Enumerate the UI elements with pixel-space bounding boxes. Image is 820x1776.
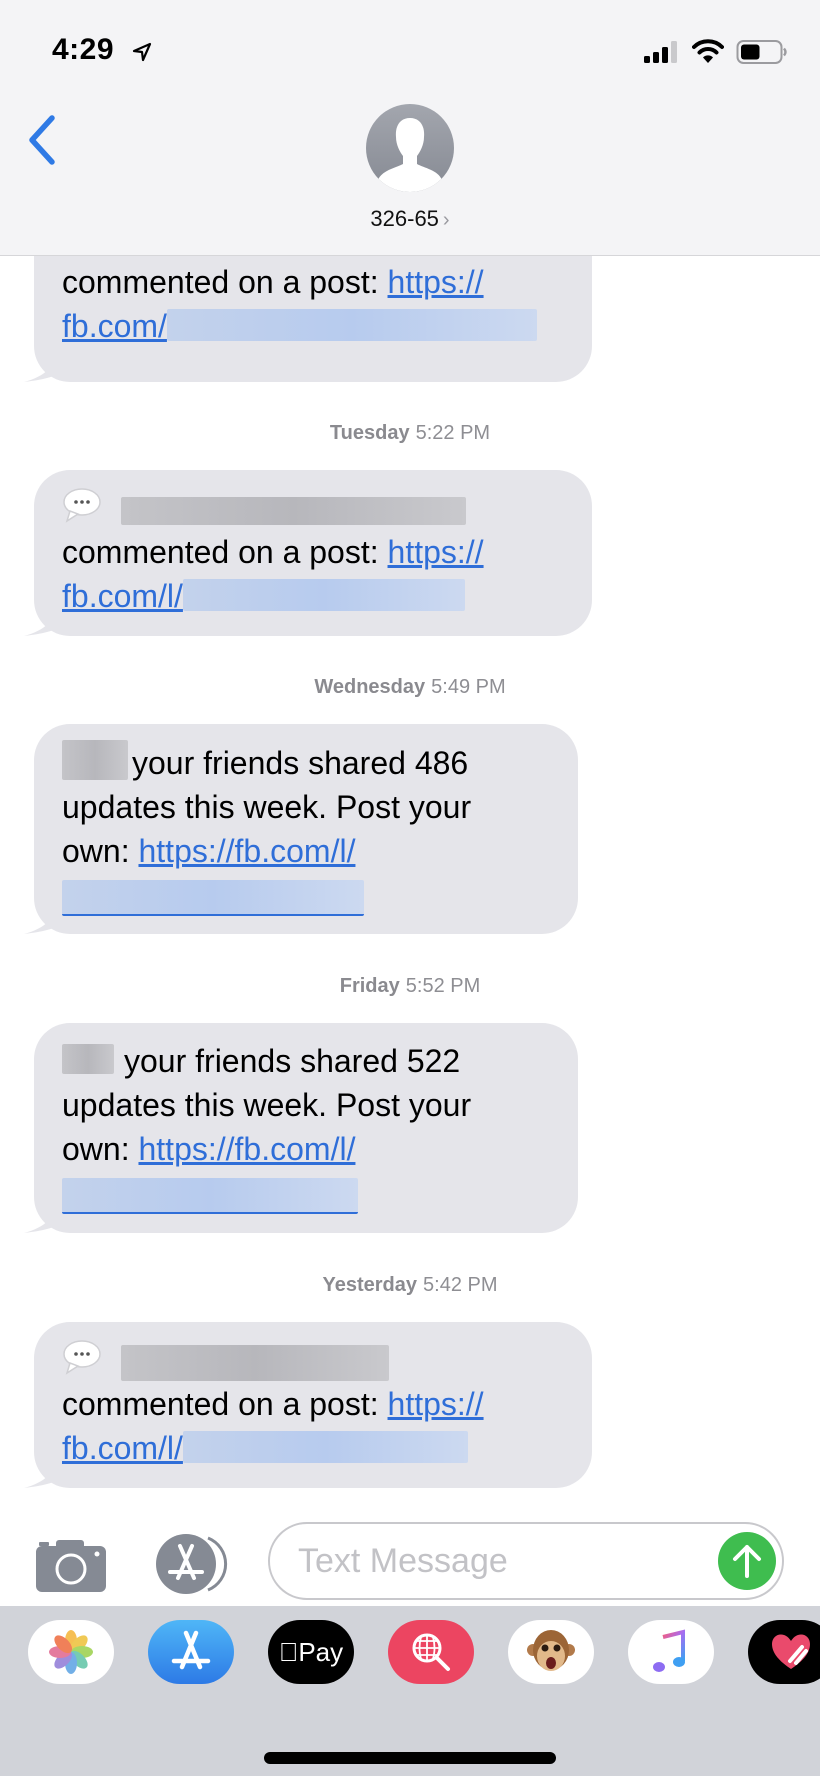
app-photos[interactable] bbox=[28, 1620, 114, 1684]
message-link[interactable]: https:// bbox=[388, 1386, 484, 1422]
app-drawer: Pay bbox=[0, 1606, 820, 1776]
location-arrow-icon bbox=[132, 42, 152, 62]
camera-icon[interactable] bbox=[36, 1538, 108, 1594]
message-link[interactable]: fb.com/ bbox=[62, 308, 167, 344]
message-text: commented on a post: https:// bbox=[62, 534, 484, 570]
contact-name[interactable]: 326-65 › bbox=[0, 206, 820, 232]
app-image-search[interactable] bbox=[388, 1620, 474, 1684]
redacted-link bbox=[166, 309, 537, 341]
message-text: own: https://fb.com/l/ bbox=[62, 1131, 356, 1167]
monkey-animoji-icon bbox=[527, 1630, 575, 1671]
app-app-store[interactable] bbox=[148, 1620, 234, 1684]
sender-line bbox=[62, 1338, 570, 1382]
message-bubble[interactable]: commented on a post: https:// fb.com/l/ bbox=[24, 1322, 592, 1488]
message-text: commented on a post: https:// bbox=[62, 264, 484, 300]
photos-icon bbox=[49, 1630, 93, 1674]
send-button[interactable] bbox=[718, 1532, 776, 1590]
home-indicator[interactable] bbox=[264, 1752, 556, 1764]
message-link-line: fb.com/l/ bbox=[62, 574, 570, 618]
message-link[interactable]: https://fb.com/l/ bbox=[138, 1131, 355, 1167]
speech-bubble-emoji-icon bbox=[62, 487, 102, 523]
message-link-line bbox=[62, 873, 556, 917]
message-link[interactable]: https:// bbox=[388, 264, 484, 300]
composer: Text Message bbox=[0, 1508, 820, 1608]
message-link[interactable]: https://fb.com/l/ bbox=[138, 833, 355, 869]
redacted-link bbox=[182, 579, 465, 611]
redacted-link bbox=[182, 1431, 468, 1463]
chevron-right-icon: › bbox=[442, 209, 450, 231]
app-apple-pay[interactable]: Pay bbox=[268, 1620, 354, 1684]
message-link[interactable]: fb.com/l/ bbox=[62, 578, 183, 614]
conversation-header: 4:29 326-65 › bbox=[0, 0, 820, 256]
message-link-line: fb.com/l/ bbox=[62, 1426, 570, 1470]
message-text: own: https://fb.com/l/ bbox=[62, 833, 356, 869]
bubble-tail bbox=[24, 904, 58, 934]
music-note-icon bbox=[653, 1629, 685, 1672]
bubble-tail bbox=[24, 352, 58, 382]
apple-pay-icon: Pay bbox=[279, 1636, 343, 1667]
app-store-icon[interactable] bbox=[152, 1532, 232, 1596]
bubble-tail bbox=[24, 1458, 58, 1488]
status-time: 4:29 bbox=[52, 33, 115, 66]
message-link[interactable]: fb.com/l/ bbox=[62, 1430, 183, 1466]
message-text: updates this week. Post your bbox=[62, 789, 472, 825]
heart-touch-icon bbox=[772, 1634, 810, 1669]
message-link[interactable]: https:// bbox=[388, 534, 484, 570]
back-chevron-icon[interactable] bbox=[22, 112, 62, 168]
redacted-name bbox=[120, 496, 466, 525]
person-silhouette-icon bbox=[378, 118, 442, 192]
battery-icon bbox=[736, 40, 787, 64]
app-digital-touch[interactable] bbox=[748, 1620, 820, 1684]
redacted-link bbox=[62, 1177, 358, 1214]
app-animoji[interactable] bbox=[508, 1620, 594, 1684]
timestamp: Friday 5:52 PM bbox=[339, 975, 481, 997]
arrow-up-icon bbox=[733, 1545, 761, 1578]
message-text: your friends shared 486 bbox=[62, 740, 556, 785]
message-bubble[interactable]: your friends shared 486 updates this wee… bbox=[24, 724, 578, 934]
bubble-tail bbox=[24, 606, 58, 636]
sender-line bbox=[62, 486, 570, 530]
bubble-tail bbox=[24, 1203, 58, 1233]
app-store-icon bbox=[171, 1630, 211, 1670]
message-text: updates this week. Post your bbox=[62, 1087, 472, 1123]
redacted-link bbox=[62, 879, 364, 916]
redacted-name bbox=[62, 1044, 114, 1074]
message-text: commented on a post: https:// bbox=[62, 1386, 484, 1422]
message-link-line: fb.com/ bbox=[62, 304, 570, 348]
cellular-signal-icon bbox=[644, 41, 677, 63]
message-bubble[interactable]: commented on a post: https:// fb.com/l/ bbox=[24, 470, 592, 636]
redacted-name bbox=[120, 1344, 389, 1381]
redacted-name bbox=[62, 740, 128, 780]
message-bubble[interactable]: your friends shared 522 updates this wee… bbox=[24, 1023, 578, 1233]
timestamp: Wednesday 5:49 PM bbox=[314, 676, 506, 698]
wifi-icon bbox=[692, 39, 724, 63]
globe-search-icon bbox=[412, 1633, 450, 1671]
timestamp: Tuesday 5:22 PM bbox=[329, 422, 491, 444]
message-link-line bbox=[62, 1171, 556, 1215]
timestamp: Yesterday 5:42 PM bbox=[322, 1274, 498, 1296]
speech-bubble-emoji-icon bbox=[62, 1339, 102, 1375]
contact-avatar[interactable] bbox=[366, 104, 454, 192]
message-input[interactable]: Text Message bbox=[268, 1522, 784, 1600]
app-music[interactable] bbox=[628, 1620, 714, 1684]
message-text: your friends shared 522 bbox=[62, 1039, 556, 1083]
